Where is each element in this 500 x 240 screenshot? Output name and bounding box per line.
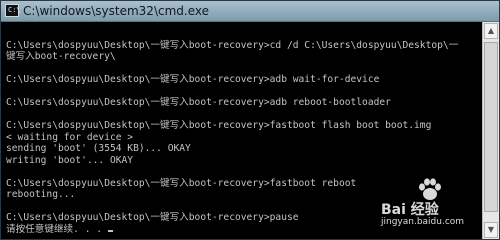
window-title: C:\windows\system32\cmd.exe: [23, 4, 209, 18]
console-line: sending 'boot' (3554 KB)... OKAY: [6, 143, 191, 154]
cmd-window: C:\ C:\windows\system32\cmd.exe C:\Users…: [0, 0, 500, 240]
baidu-jingyan-watermark: Bai 经验 jingyan.baidu.com: [377, 177, 477, 229]
scroll-down-arrow-icon[interactable]: ▼: [484, 222, 498, 238]
console-line: < waiting for device >: [6, 131, 134, 143]
title-bar[interactable]: C:\ C:\windows\system32\cmd.exe: [1, 1, 499, 22]
console-line: 键写入boot-recovery\: [6, 51, 116, 62]
watermark-brand: Bai 经验: [381, 202, 439, 218]
console-line: C:\Users\dospyuu\Desktop\一键写入boot-recove…: [6, 120, 432, 131]
scroll-thumb[interactable]: [484, 42, 498, 212]
console-line: writing 'boot'... OKAY: [6, 154, 134, 166]
console-line: C:\Users\dospyuu\Desktop\一键写入boot-recove…: [6, 74, 380, 85]
pause-prompt: 请按任意键继续. . .: [6, 223, 108, 235]
console-line: C:\Users\dospyuu\Desktop\一键写入boot-recove…: [6, 39, 459, 51]
cmd-app-icon[interactable]: C:\: [5, 4, 21, 17]
text-cursor: [107, 229, 113, 232]
paw-logo-icon: [419, 178, 441, 200]
cmd-icon-glyph: C:\: [8, 6, 21, 14]
console-line: C:\Users\dospyuu\Desktop\一键写入boot-recove…: [6, 97, 391, 108]
watermark-url: jingyan.baidu.com: [381, 217, 465, 227]
vertical-scrollbar[interactable]: ▲ ▼: [482, 22, 499, 239]
scroll-up-arrow-icon[interactable]: ▲: [484, 23, 498, 39]
